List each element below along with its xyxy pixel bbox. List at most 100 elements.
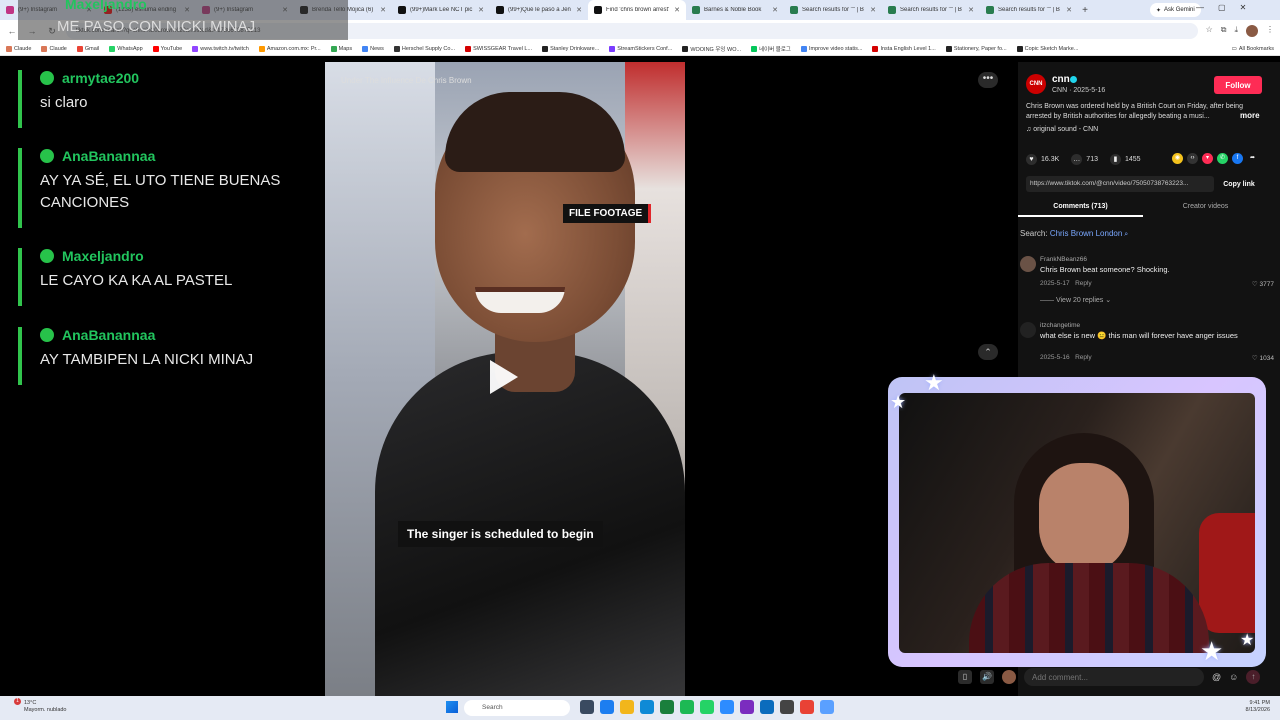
bookmark-item[interactable]: Copic Sketch Marke...: [1016, 45, 1078, 52]
close-tab-icon[interactable]: ✕: [968, 6, 974, 14]
maximize-icon[interactable]: ▢: [1218, 3, 1226, 12]
profile-avatar[interactable]: [1246, 25, 1258, 37]
app-icon[interactable]: [740, 700, 754, 714]
follow-button[interactable]: Follow: [1214, 76, 1262, 94]
browser-tab[interactable]: Search results for "" | B ✕: [784, 0, 882, 20]
like-button[interactable]: ♥ 16.3K: [1026, 154, 1059, 165]
reply-link[interactable]: Reply: [1075, 280, 1092, 287]
app-icon[interactable]: [780, 700, 794, 714]
related-search[interactable]: Search: Chris Brown London ⌕: [1020, 229, 1128, 239]
save-button[interactable]: ▮ 1455: [1109, 154, 1141, 165]
comment-like[interactable]: ♡ 3777: [1252, 280, 1274, 288]
avatar[interactable]: [1020, 322, 1036, 338]
sound-link[interactable]: ♫ original sound - CNN: [1026, 126, 1098, 133]
comment-username[interactable]: FrankNBeanz66: [1040, 256, 1087, 263]
embed-icon[interactable]: ‹›: [1187, 153, 1198, 164]
whatsapp-icon[interactable]: ✆: [1217, 153, 1228, 164]
reply-link[interactable]: Reply: [1075, 354, 1092, 361]
comment-bar: ▯ 🔊 @ ☺ ↑: [958, 666, 1280, 688]
new-tab-button[interactable]: +: [1078, 5, 1092, 16]
device-icon[interactable]: ▯: [958, 670, 972, 684]
bookmark-item[interactable]: WOOING 우잉 WO...: [682, 45, 741, 53]
video-link-field[interactable]: https://www.tiktok.com/@cnn/video/750507…: [1026, 176, 1214, 192]
search-query-link[interactable]: Chris Brown London: [1050, 229, 1122, 238]
author-avatar[interactable]: CNN: [1026, 74, 1046, 94]
system-clock[interactable]: 9:41 PM 8/13/2026: [1246, 700, 1270, 714]
close-tab-icon[interactable]: ✕: [674, 6, 680, 14]
send-icon[interactable]: ↑: [1246, 670, 1261, 684]
app-icon[interactable]: [820, 700, 834, 714]
browser-tab[interactable]: Search results for "" | B ✕: [882, 0, 980, 20]
author-name[interactable]: cnn: [1052, 74, 1070, 85]
extensions-icon[interactable]: ⧉: [1221, 25, 1227, 37]
play-icon[interactable]: [490, 360, 518, 394]
close-tab-icon[interactable]: ✕: [576, 6, 582, 14]
mention-icon[interactable]: @: [1212, 672, 1221, 682]
comment-username[interactable]: itzchangetime: [1040, 322, 1080, 329]
comment-like[interactable]: ♡ 1034: [1252, 354, 1274, 362]
bookmark-item[interactable]: SWISSGEAR Travel L...: [465, 45, 532, 52]
chat-text: AY TAMBIPEN LA NICKI MINAJ: [40, 351, 254, 368]
excel-icon[interactable]: [660, 700, 674, 714]
coin-share-icon[interactable]: ◉: [1172, 153, 1183, 164]
close-window-icon[interactable]: ✕: [1240, 3, 1247, 12]
bookmark-star-icon[interactable]: ☆: [1206, 25, 1213, 37]
bookmark-item[interactable]: Herschel Supply Co...: [393, 45, 456, 52]
bookmark-item[interactable]: Stationery, Paper fo...: [945, 45, 1007, 52]
browser-tab[interactable]: (99+)Qué le pasó a Jen ✕: [490, 0, 588, 20]
copy-link-button[interactable]: Copy link: [1216, 176, 1262, 192]
chrome-icon[interactable]: [800, 700, 814, 714]
share-arrow-icon[interactable]: ➦: [1247, 153, 1258, 164]
menu-icon[interactable]: ⋮: [1266, 25, 1274, 37]
facebook-icon[interactable]: f: [1232, 153, 1243, 164]
close-tab-icon[interactable]: ✕: [870, 6, 876, 14]
view-replies-button[interactable]: —— View 20 replies ⌄: [1040, 296, 1111, 304]
share-buttons: ◉ ‹› ▾ ✆ f ➦: [1172, 153, 1258, 164]
ask-gemini-button[interactable]: ✦ Ask Gemini: [1150, 3, 1201, 17]
bookmark-item[interactable]: Stanley Drinkware...: [542, 45, 599, 52]
bookmark-item[interactable]: StreamStickers Conf...: [609, 45, 672, 52]
more-link[interactable]: more: [1240, 111, 1260, 120]
emoji-icon[interactable]: ☺: [1229, 672, 1238, 682]
browser-tab[interactable]: Search results for "" | B ✕: [980, 0, 1078, 20]
tab-comments[interactable]: Comments (713): [1018, 199, 1143, 217]
windows-start-icon[interactable]: [446, 701, 458, 713]
weather-widget[interactable]: 13°C Mayorm. nublado: [24, 700, 67, 714]
tab-creator-videos[interactable]: Creator videos: [1143, 199, 1268, 217]
bookmark-favicon-icon: [682, 45, 689, 52]
volume-icon[interactable]: 🔊: [980, 670, 994, 684]
explorer-icon[interactable]: [620, 700, 634, 714]
avatar[interactable]: [1020, 256, 1036, 272]
browser-tab[interactable]: Find 'chris brown arrest' ✕: [588, 0, 686, 20]
all-bookmarks-button[interactable]: ▭ All Bookmarks: [1232, 46, 1274, 52]
zoom-icon[interactable]: [720, 700, 734, 714]
star-icon: ★: [1240, 632, 1255, 649]
comment-input[interactable]: [1024, 668, 1204, 686]
chevron-up-icon[interactable]: ⌃: [978, 344, 998, 360]
taskbar-search[interactable]: Search: [464, 700, 570, 716]
close-tab-icon[interactable]: ✕: [772, 6, 778, 14]
send-share-icon[interactable]: ▾: [1202, 153, 1213, 164]
word-icon[interactable]: [760, 700, 774, 714]
close-tab-icon[interactable]: ✕: [1066, 6, 1072, 14]
bookmark-label: Stationery, Paper fo...: [953, 45, 1007, 52]
browser-tab[interactable]: (99+)Mark Lee NCT pic ✕: [392, 0, 490, 20]
bookmark-item[interactable]: News: [362, 45, 384, 52]
store-icon[interactable]: [600, 700, 614, 714]
edge-icon[interactable]: [640, 700, 654, 714]
bookmark-label: Herschel Supply Co...: [401, 45, 456, 52]
close-tab-icon[interactable]: ✕: [380, 6, 386, 14]
browser-tab[interactable]: Barnes & Noble Book ✕: [686, 0, 784, 20]
whatsapp-app-icon[interactable]: [700, 700, 714, 714]
bookmark-item[interactable]: Insta English Level 1...: [872, 45, 936, 52]
widgets-icon[interactable]: [580, 700, 594, 714]
bookmark-item[interactable]: Improve video statis...: [800, 45, 862, 52]
comment-button[interactable]: … 713: [1071, 154, 1098, 165]
download-icon[interactable]: ⤓: [1234, 25, 1238, 37]
minimize-icon[interactable]: —: [1196, 3, 1204, 12]
more-options-button[interactable]: •••: [978, 72, 998, 88]
close-tab-icon[interactable]: ✕: [478, 6, 484, 14]
spotify-icon[interactable]: [680, 700, 694, 714]
bookmark-item[interactable]: 네이버 블로그: [751, 45, 791, 53]
video-description: Chris Brown was ordered held by a Britis…: [1026, 103, 1243, 120]
